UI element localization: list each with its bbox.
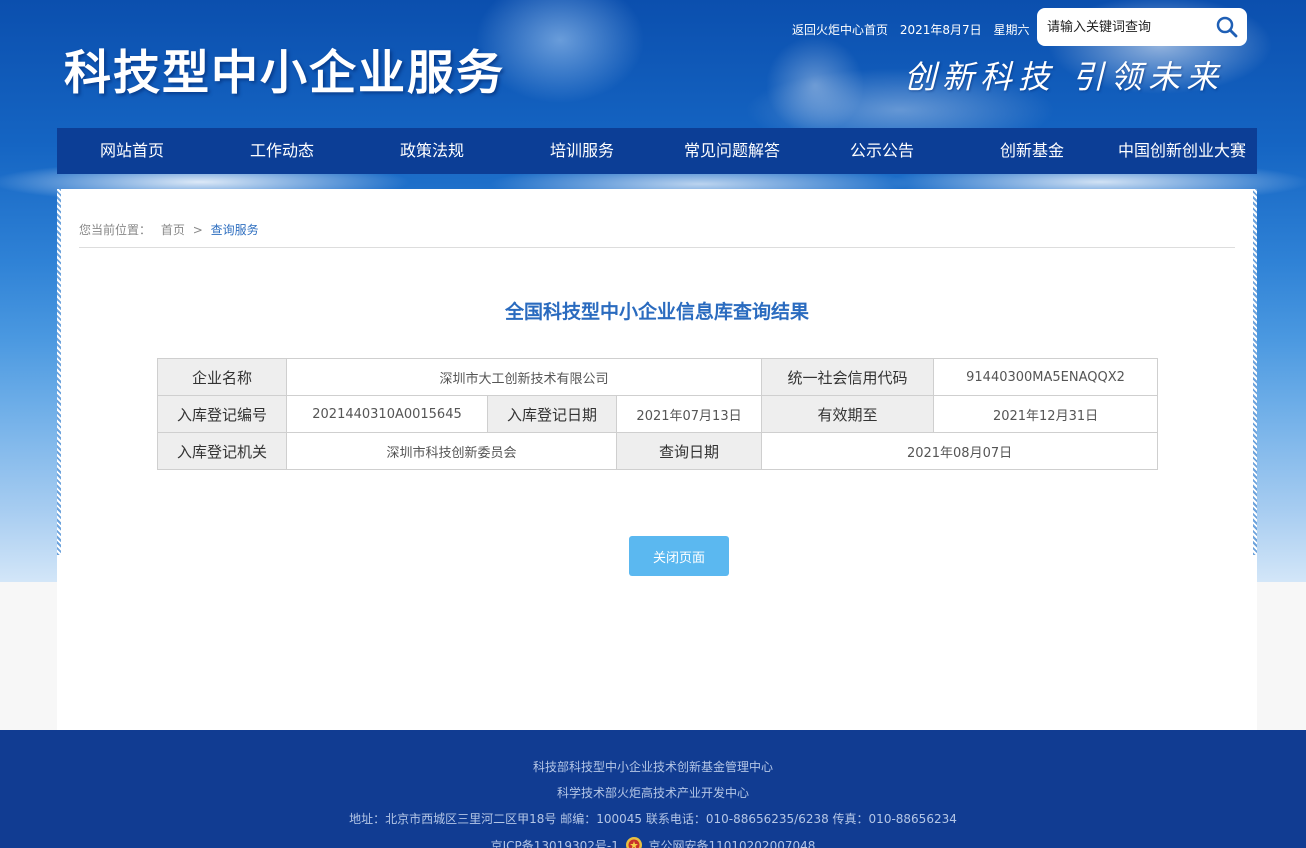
reg-no-label: 入库登记编号 xyxy=(157,395,287,433)
icp-link[interactable]: 京ICP备13019302号-1 xyxy=(491,839,619,848)
table-row: 入库登记机关 深圳市科技创新委员会 查询日期 2021年08月07日 xyxy=(157,432,1159,470)
nav-item-competition[interactable]: 中国创新创业大赛 xyxy=(1107,128,1257,174)
footer: 科技部科技型中小企业技术创新基金管理中心 科学技术部火炬高技术产业开发中心 地址… xyxy=(0,730,1306,848)
return-home-link[interactable]: 返回火炬中心首页 xyxy=(792,23,888,37)
breadcrumb: 您当前位置： 首页 > 查询服务 xyxy=(79,221,259,238)
breadcrumb-prefix: 您当前位置： xyxy=(79,223,152,237)
footer-address: 地址：北京市西城区三里河二区甲18号 邮编：100045 联系电话：010-88… xyxy=(349,812,957,826)
breadcrumb-divider xyxy=(79,247,1235,248)
breadcrumb-home-link[interactable]: 首页 xyxy=(161,223,185,237)
footer-org-2: 科学技术部火炬高技术产业开发中心 xyxy=(556,786,749,800)
search-box xyxy=(1037,8,1247,46)
nav-item-announcements[interactable]: 公示公告 xyxy=(807,128,957,174)
nav-item-policy[interactable]: 政策法规 xyxy=(357,128,507,174)
nav-item-training[interactable]: 培训服务 xyxy=(507,128,657,174)
site-title: 科技型中小企业服务 xyxy=(64,46,505,101)
table-row: 入库登记编号 2021440310A0015645 入库登记日期 2021年07… xyxy=(157,395,1159,433)
breadcrumb-separator: > xyxy=(192,223,203,237)
nav-item-innovation-fund[interactable]: 创新基金 xyxy=(957,128,1107,174)
top-links: 返回火炬中心首页 2021年8月7日 星期六 xyxy=(792,21,1038,38)
valid-until-value: 2021年12月31日 xyxy=(933,395,1159,433)
company-name-label: 企业名称 xyxy=(157,358,287,396)
breadcrumb-current[interactable]: 查询服务 xyxy=(211,223,259,237)
nav-item-faq[interactable]: 常见问题解答 xyxy=(657,128,807,174)
credit-code-label: 统一社会信用代码 xyxy=(761,358,935,396)
query-date-value: 2021年08月07日 xyxy=(761,432,1159,470)
footer-org-1: 科技部科技型中小企业技术创新基金管理中心 xyxy=(532,760,773,774)
result-table: 企业名称 深圳市大工创新技术有限公司 统一社会信用代码 91440300MA5E… xyxy=(157,358,1159,470)
reg-authority-label: 入库登记机关 xyxy=(157,432,287,470)
page-title: 全国科技型中小企业信息库查询结果 xyxy=(504,301,809,323)
nav-item-work-news[interactable]: 工作动态 xyxy=(207,128,357,174)
footer-icp-line: 京ICP备13019302号-1 京公网安备11010202007048 xyxy=(0,836,1306,848)
search-input[interactable] xyxy=(1047,17,1207,37)
company-name-value: 深圳市大工创新技术有限公司 xyxy=(285,358,763,396)
valid-until-label: 有效期至 xyxy=(761,395,935,433)
panel-border-right xyxy=(1253,189,1257,555)
current-date: 2021年8月7日 xyxy=(899,23,982,37)
close-page-button[interactable]: 关闭页面 xyxy=(629,536,729,576)
nav-item-home[interactable]: 网站首页 xyxy=(57,128,207,174)
search-icon xyxy=(1216,16,1238,38)
slogan: 创新科技 引领未来 xyxy=(904,58,1225,96)
query-date-label: 查询日期 xyxy=(615,432,763,470)
main-nav: 网站首页 工作动态 政策法规 培训服务 常见问题解答 公示公告 创新基金 中国创… xyxy=(57,128,1257,174)
police-record-link[interactable]: 京公网安备11010202007048 xyxy=(648,839,815,848)
search-button[interactable] xyxy=(1215,15,1239,39)
police-badge-icon xyxy=(625,837,642,848)
table-row: 企业名称 深圳市大工创新技术有限公司 统一社会信用代码 91440300MA5E… xyxy=(157,358,1159,396)
credit-code-value: 91440300MA5ENAQQX2 xyxy=(933,358,1159,396)
current-weekday: 星期六 xyxy=(993,23,1030,37)
reg-no-value: 2021440310A0015645 xyxy=(286,395,488,433)
reg-authority-value: 深圳市科技创新委员会 xyxy=(286,432,617,470)
reg-date-label: 入库登记日期 xyxy=(487,395,617,433)
panel-border-left xyxy=(57,189,61,555)
reg-date-value: 2021年07月13日 xyxy=(615,395,763,433)
